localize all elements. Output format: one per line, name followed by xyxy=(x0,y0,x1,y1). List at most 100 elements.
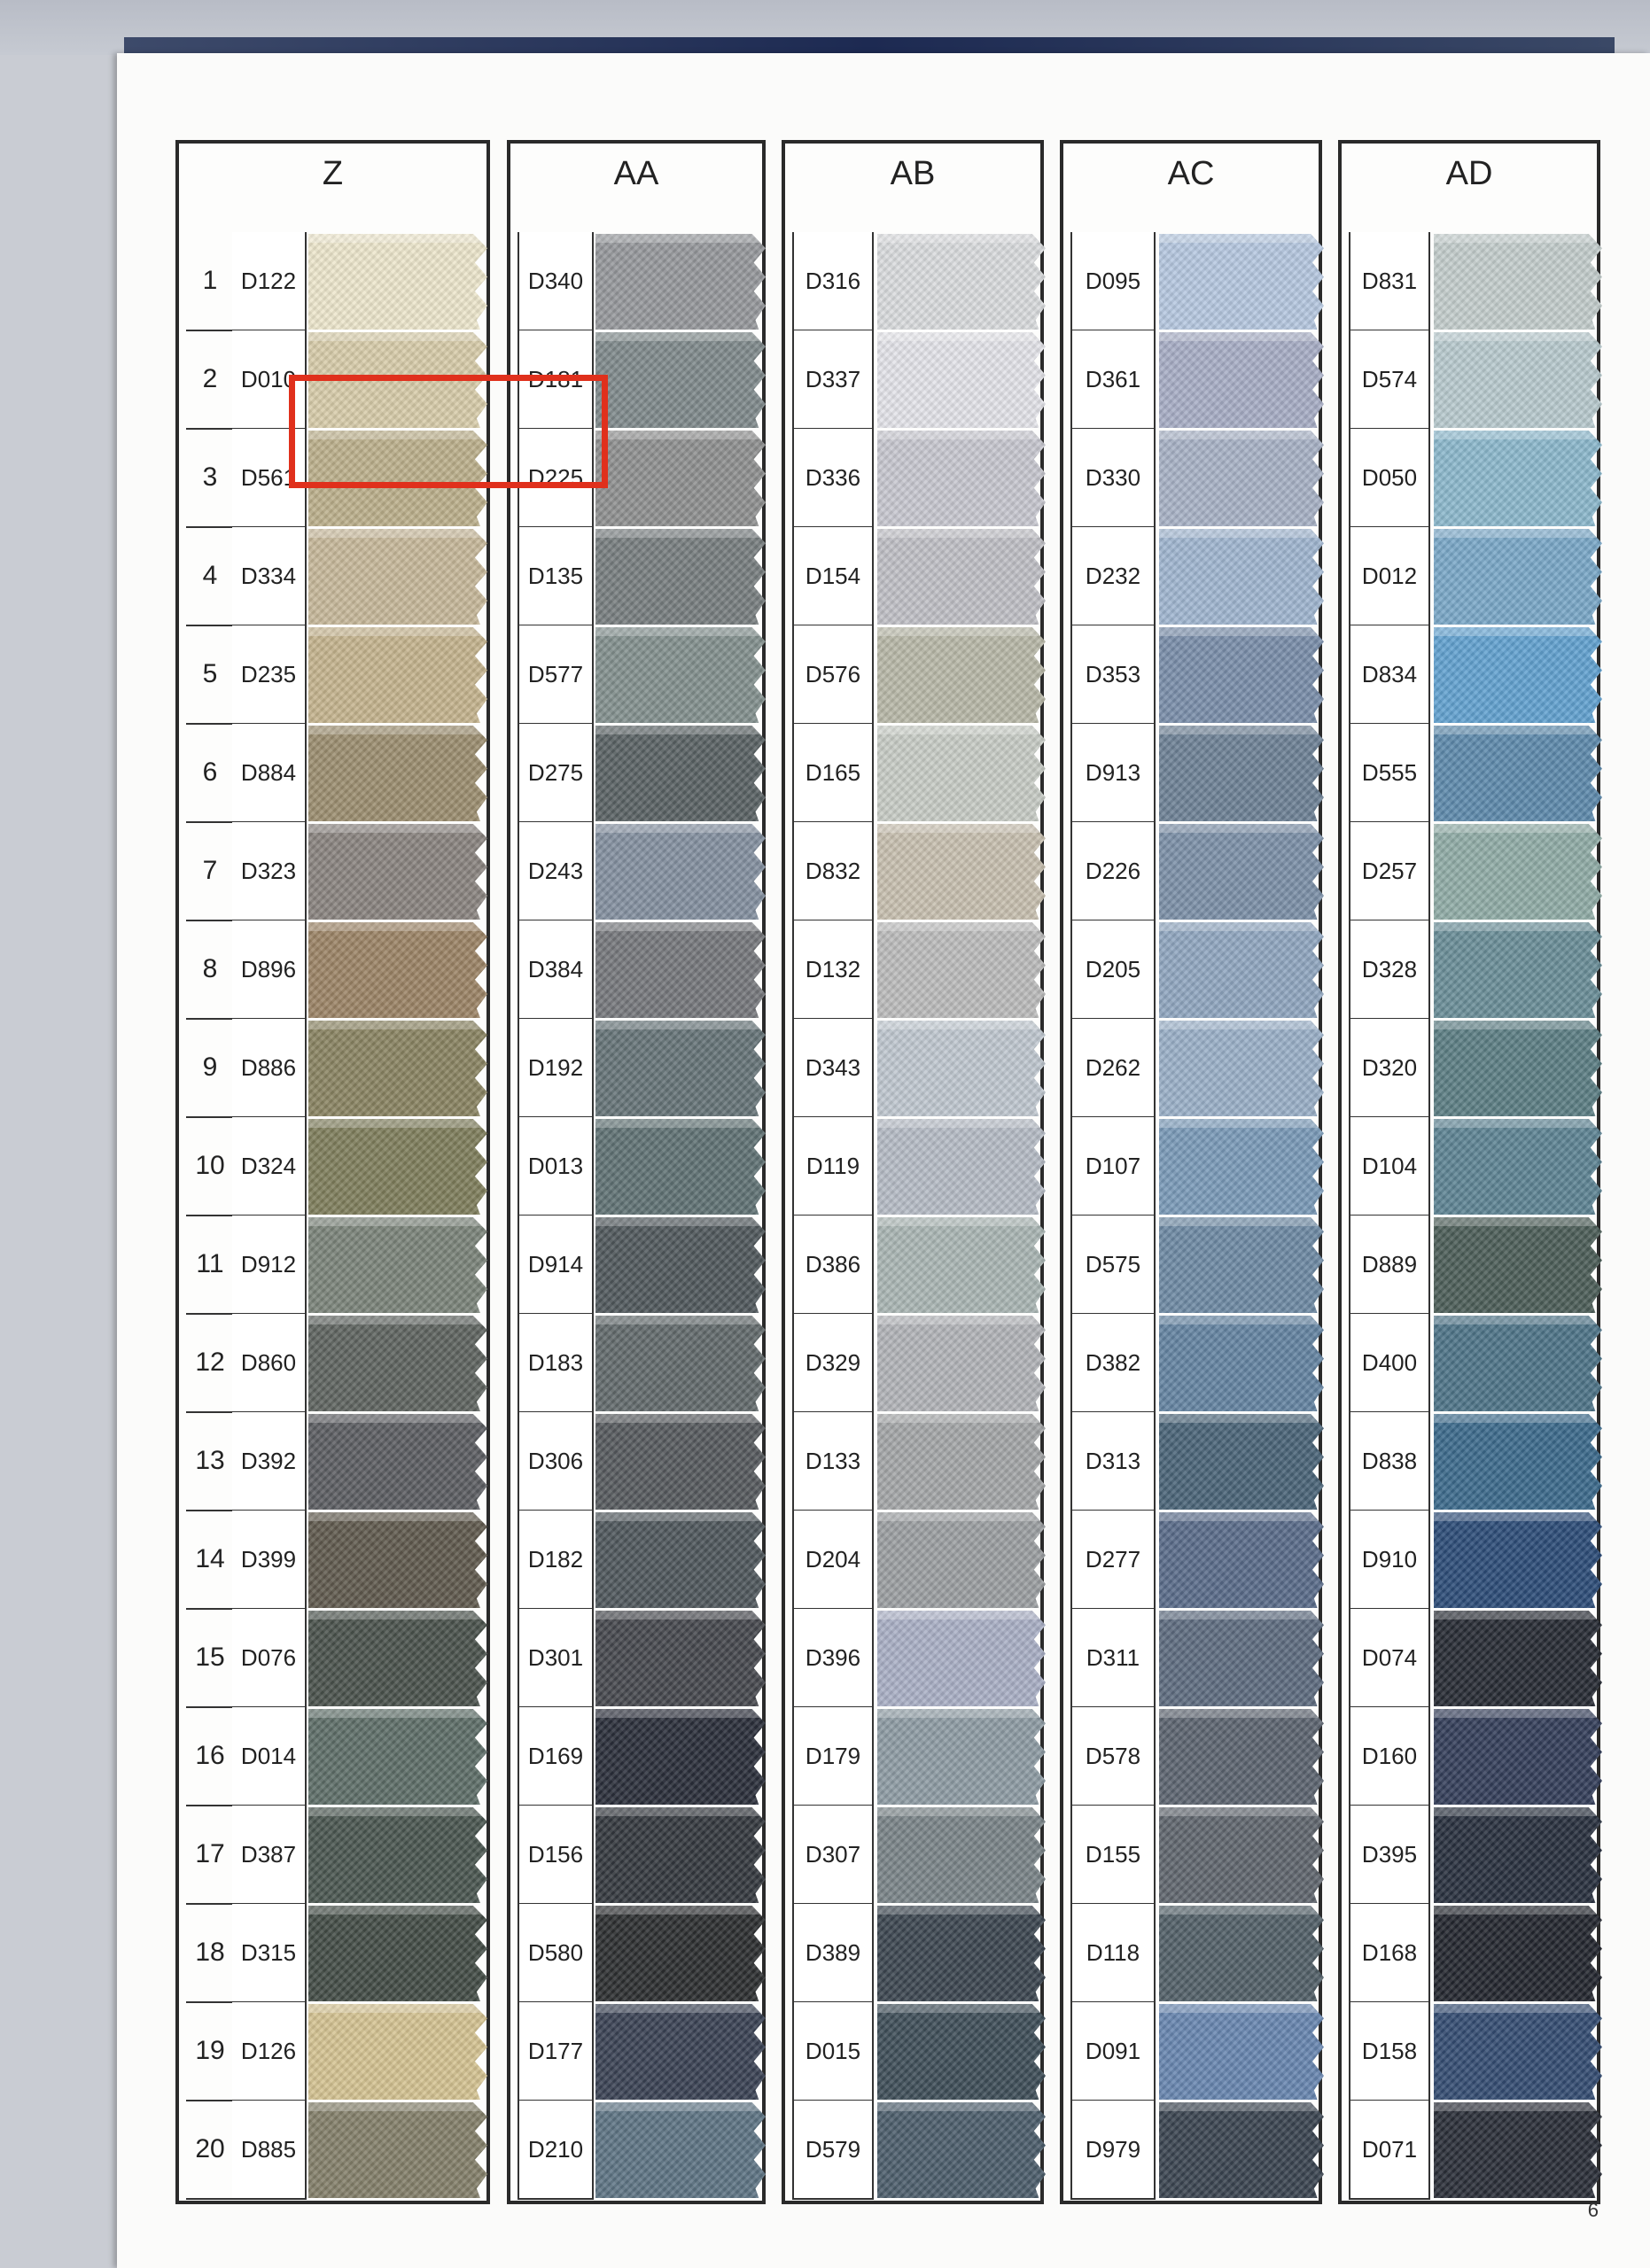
color-code: D091 xyxy=(1070,2002,1156,2101)
color-row: D316 xyxy=(792,232,1046,331)
color-swatch xyxy=(1434,1611,1602,1706)
color-swatch xyxy=(877,1611,1046,1706)
color-code: D896 xyxy=(232,920,307,1020)
color-swatch xyxy=(877,529,1046,625)
color-code: D235 xyxy=(232,625,307,725)
color-code: D884 xyxy=(232,724,307,823)
color-row: 13 D392 xyxy=(186,1412,487,1511)
color-swatch xyxy=(1434,1807,1602,1903)
color-code: D912 xyxy=(232,1216,307,1315)
color-row: 4 D334 xyxy=(186,527,487,626)
color-row: D577 xyxy=(518,625,766,725)
color-code: D576 xyxy=(792,625,874,725)
color-swatch xyxy=(595,1119,766,1215)
color-swatch xyxy=(308,2004,487,2100)
color-swatch xyxy=(595,824,766,920)
color-code: D262 xyxy=(1070,1019,1156,1118)
color-row: D301 xyxy=(518,1609,766,1708)
color-swatch xyxy=(877,1512,1046,1608)
color-row: D168 xyxy=(1349,1904,1602,2003)
card-title: AD xyxy=(1445,155,1493,192)
color-swatch xyxy=(1434,1414,1602,1510)
color-row: D400 xyxy=(1349,1314,1602,1413)
color-row: D384 xyxy=(518,920,766,1020)
color-code: D165 xyxy=(792,724,874,823)
color-swatch xyxy=(1434,529,1602,625)
color-swatch xyxy=(308,1512,487,1608)
color-swatch xyxy=(308,824,487,920)
row-number: 10 xyxy=(186,1117,236,1216)
color-code: D834 xyxy=(1349,625,1430,725)
color-row: D243 xyxy=(518,822,766,921)
color-swatch xyxy=(595,2004,766,2100)
color-code: D014 xyxy=(232,1707,307,1806)
color-code: D076 xyxy=(232,1609,307,1708)
color-code: D323 xyxy=(232,822,307,921)
color-card-ab: AB D316 D337 D336 D154 D576 D165 D832 D132 D343 D1… xyxy=(782,140,1046,2204)
color-code: D316 xyxy=(792,232,874,331)
color-code: D192 xyxy=(518,1019,594,1118)
color-code: D074 xyxy=(1349,1609,1430,1708)
color-swatch xyxy=(308,529,487,625)
color-row: D177 xyxy=(518,2002,766,2101)
row-number: 13 xyxy=(186,1412,236,1511)
color-card-ac: AC D095 D361 D330 D232 D353 D913 D226 D205 D262 D1… xyxy=(1060,140,1324,2204)
color-code: D243 xyxy=(518,822,594,921)
color-swatch xyxy=(308,1316,487,1411)
color-code: D154 xyxy=(792,527,874,626)
color-code: D392 xyxy=(232,1412,307,1511)
color-swatch xyxy=(877,1217,1046,1313)
color-row: D155 xyxy=(1070,1806,1324,1905)
color-code: D013 xyxy=(518,1117,594,1216)
color-swatch xyxy=(877,922,1046,1018)
color-swatch xyxy=(877,1021,1046,1116)
color-row: 15 D076 xyxy=(186,1609,487,1708)
color-swatch xyxy=(1159,234,1324,330)
color-row: D132 xyxy=(792,920,1046,1020)
color-code: D832 xyxy=(792,822,874,921)
color-code: D133 xyxy=(792,1412,874,1511)
color-code: D156 xyxy=(518,1806,594,1905)
color-swatch xyxy=(1434,627,1602,723)
color-row: D182 xyxy=(518,1511,766,1610)
color-row: D012 xyxy=(1349,527,1602,626)
color-row: D192 xyxy=(518,1019,766,1118)
color-row: D257 xyxy=(1349,822,1602,921)
row-number: 16 xyxy=(186,1707,236,1806)
row-number: 1 xyxy=(186,232,236,331)
color-swatch xyxy=(1434,1021,1602,1116)
color-swatch xyxy=(877,1906,1046,2001)
color-row: D353 xyxy=(1070,625,1324,725)
color-swatch xyxy=(595,1414,766,1510)
color-swatch xyxy=(1159,1906,1324,2001)
color-code: D015 xyxy=(792,2002,874,2101)
color-code: D914 xyxy=(518,1216,594,1315)
color-code: D135 xyxy=(518,527,594,626)
color-code: D313 xyxy=(1070,1412,1156,1511)
color-row: D275 xyxy=(518,724,766,823)
color-row: D320 xyxy=(1349,1019,1602,1118)
color-row: D574 xyxy=(1349,330,1602,430)
color-row: 7 D323 xyxy=(186,822,487,921)
row-number: 9 xyxy=(186,1019,236,1118)
color-swatch xyxy=(308,627,487,723)
row-number: 17 xyxy=(186,1806,236,1905)
color-row: D133 xyxy=(792,1412,1046,1511)
color-row: 9 D886 xyxy=(186,1019,487,1118)
color-row: D575 xyxy=(1070,1216,1324,1315)
color-row: 8 D896 xyxy=(186,920,487,1020)
color-row: 19 D126 xyxy=(186,2002,487,2101)
color-code: D361 xyxy=(1070,330,1156,430)
color-swatch xyxy=(1434,234,1602,330)
color-swatch xyxy=(595,2102,766,2198)
page-number: 6 xyxy=(1587,2199,1599,2221)
row-number: 20 xyxy=(186,2101,236,2200)
color-swatch xyxy=(1434,2004,1602,2100)
color-chart-page: Z 1 D122 2 D010 3 D561 4 D334 5 D235 6 D884 7 D323 8 D89… xyxy=(117,53,1650,2268)
color-row: 20 D885 xyxy=(186,2101,487,2200)
color-swatch xyxy=(308,1906,487,2001)
color-row: D329 xyxy=(792,1314,1046,1413)
row-number: 5 xyxy=(186,625,236,725)
color-row: D183 xyxy=(518,1314,766,1413)
row-number: 4 xyxy=(186,527,236,626)
